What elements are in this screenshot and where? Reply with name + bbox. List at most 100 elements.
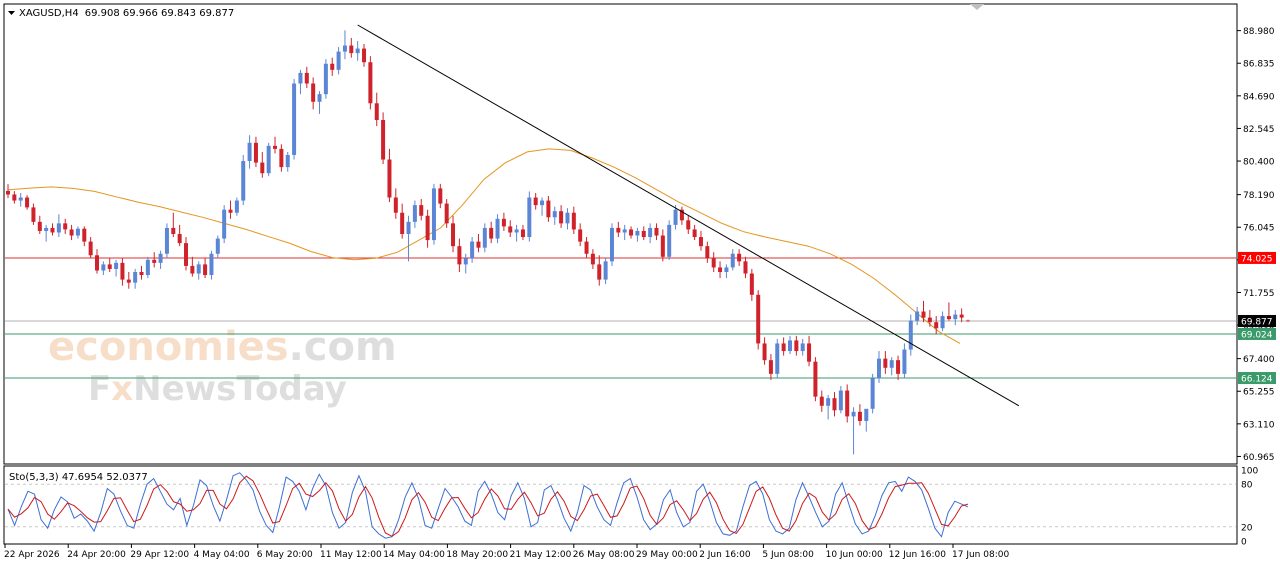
candle-down — [546, 200, 551, 218]
price-tag-label: 69.877 — [1241, 317, 1273, 327]
time-tick-label: 18 May 20:00 — [446, 550, 508, 560]
candle-down — [279, 148, 284, 168]
candle-down — [152, 259, 157, 263]
candle-down — [813, 361, 818, 397]
candle-up — [851, 411, 856, 417]
candle-down — [571, 212, 576, 230]
candle-down — [63, 223, 68, 230]
candle-up — [133, 272, 138, 283]
candle-up — [266, 145, 271, 174]
candle-up — [75, 228, 80, 236]
symbol-header: XAGUSD,H4 69.908 69.966 69.843 69.877 — [19, 8, 234, 19]
candle-down — [95, 255, 100, 271]
watermark-economies: economies.com — [48, 324, 397, 370]
candle-down — [311, 83, 316, 102]
candle-up — [565, 212, 570, 224]
candle-down — [616, 227, 621, 233]
candle-down — [451, 223, 456, 247]
candle-down — [419, 205, 424, 216]
candle-down — [927, 317, 932, 323]
candle-down — [444, 203, 449, 224]
time-tick-label: 29 May 00:00 — [636, 550, 698, 560]
time-tick-label: 2 Jun 16:00 — [699, 550, 751, 560]
trading-chart: economies.com FxNewsToday 88.980 86.835 84… — [0, 0, 1280, 567]
candle-up — [514, 229, 519, 233]
candle-down — [393, 197, 398, 213]
candle-down — [686, 220, 691, 230]
candle-down — [698, 237, 703, 247]
candle-down — [37, 221, 42, 231]
candle-up — [412, 205, 417, 222]
candle-up — [114, 262, 119, 269]
price-tick-label: 63.110 — [1243, 420, 1275, 430]
candle-down — [896, 360, 901, 374]
time-tick-label: 12 Jun 16:00 — [889, 550, 946, 560]
candle-down — [387, 159, 392, 198]
price-tick-label: 65.255 — [1243, 388, 1275, 398]
time-tick-label: 11 May 12:00 — [320, 550, 382, 560]
price-tag-label: 66.124 — [1241, 375, 1273, 385]
candle-up — [482, 227, 487, 248]
candle-down — [959, 314, 964, 318]
candle-up — [463, 258, 468, 265]
candle-up — [540, 200, 545, 206]
candle-down — [946, 316, 951, 320]
candle-up — [317, 94, 322, 102]
candle-up — [609, 227, 614, 262]
candle-up — [247, 142, 252, 162]
candle-up — [838, 390, 843, 411]
candle-down — [381, 120, 386, 160]
candle-down — [368, 62, 373, 104]
candle-down — [749, 273, 754, 295]
candle-down — [845, 390, 850, 417]
price-tick-label: 71.755 — [1243, 289, 1275, 299]
candle-down — [362, 48, 367, 63]
candle-up — [158, 253, 163, 263]
price-tick-label: 78.190 — [1243, 191, 1275, 201]
candle-up — [527, 197, 532, 238]
candle-down — [12, 194, 17, 201]
candle-up — [915, 311, 920, 321]
candle-down — [88, 241, 93, 256]
candle-down — [590, 253, 595, 265]
candle-up — [775, 343, 780, 374]
candle-up — [635, 230, 640, 236]
candle-down — [349, 45, 354, 54]
candle-down — [400, 212, 405, 234]
candle-up — [56, 223, 61, 233]
candle-down — [781, 343, 786, 352]
candle-down — [304, 72, 309, 84]
candle-up — [870, 378, 875, 409]
candle-down — [660, 235, 665, 257]
stochastic-level-label: 100 — [1241, 467, 1258, 477]
candle-up — [673, 209, 678, 225]
candle-up — [323, 63, 328, 95]
candle-down — [705, 246, 710, 259]
candle-up — [164, 227, 169, 254]
time-tick-label: 5 Jun 08:00 — [762, 550, 814, 560]
candle-up — [470, 241, 475, 259]
candle-up — [431, 188, 436, 241]
candle-down — [31, 207, 36, 222]
stochastic-level-label: 0 — [1241, 538, 1247, 548]
candle-down — [120, 262, 125, 280]
candle-down — [629, 229, 634, 236]
candle-up — [234, 200, 239, 213]
candle-down — [330, 63, 335, 70]
candle-down — [253, 142, 258, 163]
candle-down — [559, 211, 564, 224]
candle-down — [718, 267, 723, 272]
candle-up — [292, 83, 297, 155]
candle-down — [597, 264, 602, 280]
candle-down — [883, 358, 888, 368]
time-tick-label: 14 May 04:00 — [383, 550, 445, 560]
candle-down — [6, 190, 10, 195]
candle-down — [190, 265, 195, 274]
candle-up — [101, 264, 106, 271]
candle-down — [489, 227, 494, 239]
candle-down — [807, 343, 812, 362]
time-tick-label: 10 Jun 00:00 — [826, 550, 883, 560]
candle-down — [107, 264, 112, 269]
time-tick-label: 17 Jun 08:00 — [952, 550, 1009, 560]
candle-up — [648, 227, 653, 238]
